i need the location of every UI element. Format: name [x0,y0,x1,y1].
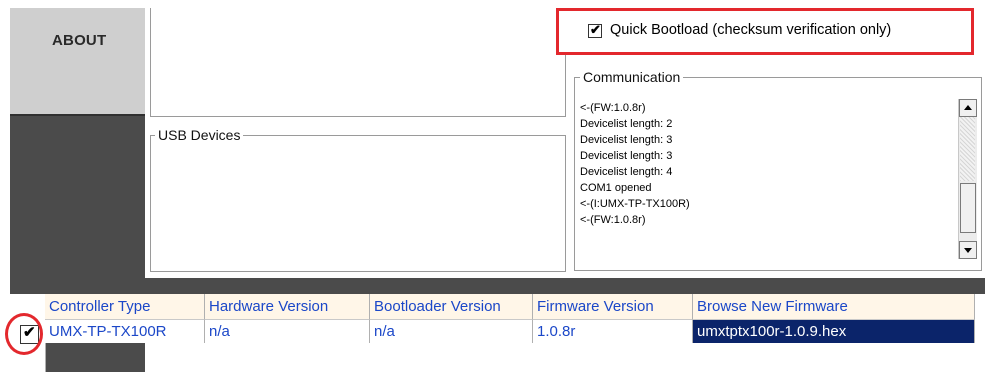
quick-bootload-checkbox[interactable]: ✔ [588,22,602,38]
scroll-thumb[interactable] [960,183,976,233]
upper-panel [150,8,566,117]
usb-devices-legend: USB Devices [155,128,244,142]
log-line: <-(I:UMX-TP-TX100R) [580,198,690,210]
cell-controller-type[interactable]: UMX-TP-TX100R [45,320,205,343]
cell-bootloader-version[interactable]: n/a [370,320,533,343]
top-strip [0,0,985,8]
communication-log: <-(FW:1.0.8r) Devicelist length: 2 Devic… [580,100,950,260]
sidebar-item-about-label: ABOUT [52,32,107,49]
cell-hardware-version[interactable]: n/a [205,320,370,343]
scroll-down-button[interactable] [959,241,977,259]
cell-firmware-version[interactable]: 1.0.8r [533,320,693,343]
quick-bootload-label: Quick Bootload (checksum verification on… [610,22,892,38]
column-header-hardware-version[interactable]: Hardware Version [205,294,370,320]
scroll-track[interactable] [960,117,975,181]
communication-legend: Communication [580,70,684,84]
usb-devices-group [150,135,566,272]
log-line: COM1 opened [580,182,652,194]
arrow-down-icon [964,248,972,253]
log-line: <-(FW:1.0.8r) [580,102,646,114]
cell-browse-new-firmware[interactable]: umxtptx100r-1.0.9.hex [693,320,975,343]
scroll-up-button[interactable] [959,99,977,117]
arrow-up-icon [964,105,972,110]
communication-scrollbar[interactable] [958,99,977,259]
log-line: Devicelist length: 2 [580,118,673,130]
sidebar-item-about[interactable] [10,8,145,114]
separator-bar [10,278,985,294]
column-header-bootloader-version[interactable]: Bootloader Version [370,294,533,320]
log-line: Devicelist length: 4 [580,166,673,178]
row-checkbox-highlight [5,313,43,355]
column-header-firmware-version[interactable]: Firmware Version [533,294,693,320]
log-line: <-(FW:1.0.8r) [580,214,646,226]
sidebar-divider [10,114,145,116]
log-line: Devicelist length: 3 [580,150,673,162]
column-header-controller-type[interactable]: Controller Type [45,294,205,320]
check-icon: ✔ [590,22,601,37]
log-line: Devicelist length: 3 [580,134,673,146]
column-header-browse-new-firmware[interactable]: Browse New Firmware [693,294,975,320]
